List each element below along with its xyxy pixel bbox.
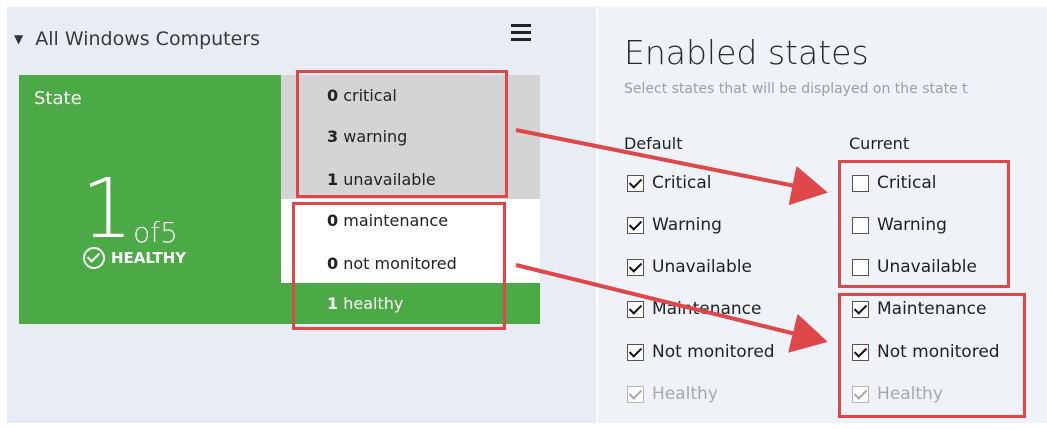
annotation-arrows xyxy=(515,128,828,353)
arrow-to-current-unchecked xyxy=(515,128,828,206)
arrow-to-current-checked xyxy=(515,263,828,353)
